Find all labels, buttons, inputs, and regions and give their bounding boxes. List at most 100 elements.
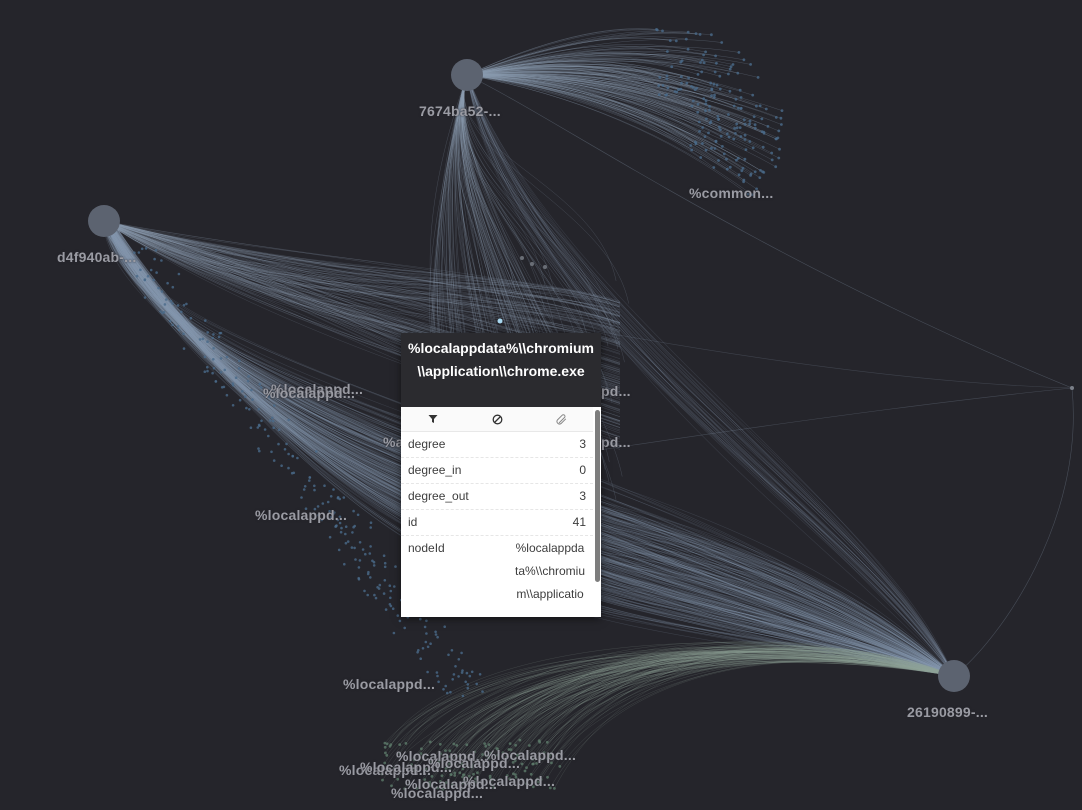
- leaf-node: [389, 589, 393, 593]
- leaf-node: [690, 148, 694, 152]
- leaf-node: [376, 586, 379, 589]
- leaf-node: [702, 61, 706, 65]
- leaf-node: [369, 526, 373, 529]
- leaf-node: [545, 740, 549, 744]
- leaf-node: [352, 509, 355, 513]
- leaf-node: [280, 464, 283, 468]
- leaf-node: [283, 448, 287, 451]
- leaf-node: [734, 132, 737, 135]
- filter-button[interactable]: [401, 407, 465, 431]
- leaf-node: [739, 96, 743, 99]
- leaf-node: [225, 355, 229, 359]
- leaf-node: [404, 742, 408, 745]
- hide-icon: [492, 414, 502, 424]
- leaf-node: [466, 686, 470, 690]
- node-tooltip[interactable]: %localappdata%\\chromium\\application\\c…: [401, 333, 601, 617]
- leaf-node: [176, 325, 180, 328]
- leaf-node: [725, 132, 729, 136]
- leaf-node: [358, 559, 362, 562]
- leaf-node: [728, 67, 732, 71]
- leaf-node: [543, 265, 547, 269]
- selected-node-dot[interactable]: [497, 318, 503, 324]
- leaf-node: [741, 166, 745, 170]
- leaf-node: [717, 118, 720, 121]
- leaf-node: [219, 371, 223, 374]
- leaf-node: [452, 742, 456, 746]
- leaf-node: [777, 129, 781, 133]
- leaf-node: [332, 488, 335, 491]
- leaf-node: [689, 144, 693, 147]
- node-label-partial: pd...: [601, 383, 631, 399]
- leaf-node: [452, 673, 456, 676]
- leaf-node: [710, 33, 713, 37]
- leaf-node: [465, 671, 469, 675]
- leaf-node: [727, 72, 730, 76]
- leaf-node: [704, 109, 707, 113]
- node-dot-right[interactable]: [1070, 386, 1074, 390]
- property-value: 3: [579, 437, 586, 451]
- leaf-node: [749, 172, 753, 176]
- hub-node-bottom-right[interactable]: [938, 660, 970, 692]
- hub-node-left[interactable]: [88, 205, 120, 237]
- leaf-node: [212, 358, 215, 361]
- leaf-node: [351, 531, 354, 534]
- leaf-node: [699, 156, 703, 159]
- leaf-node: [135, 274, 139, 278]
- leaf-node: [428, 740, 432, 744]
- leaf-node: [383, 561, 387, 565]
- leaf-node: [143, 278, 147, 281]
- pin-icon: [555, 413, 566, 425]
- leaf-node: [739, 135, 743, 138]
- leaf-node: [425, 632, 428, 635]
- leaf-node: [520, 256, 524, 260]
- leaf-node: [674, 39, 678, 43]
- leaf-node: [291, 455, 295, 458]
- leaf-node: [766, 125, 770, 128]
- leaf-node: [382, 592, 386, 595]
- leaf-node: [171, 302, 174, 305]
- hub-label-left: d4f940ab-...: [57, 249, 137, 265]
- leaf-node: [212, 366, 216, 370]
- leaf-node: [385, 754, 389, 757]
- leaf-node: [403, 626, 407, 630]
- leaf-node: [758, 104, 762, 108]
- leaf-node: [699, 61, 702, 64]
- leaf-node: [780, 123, 783, 126]
- leaf-node: [442, 688, 445, 691]
- leaf-node: [168, 319, 172, 323]
- leaf-node: [696, 73, 700, 76]
- leaf-node: [384, 608, 388, 611]
- leaf-node: [558, 765, 562, 768]
- leaf-node: [518, 738, 522, 742]
- leaf-node: [705, 117, 708, 121]
- leaf-node: [759, 169, 762, 172]
- leaf-node: [753, 126, 757, 130]
- hub-node-top[interactable]: [451, 59, 483, 91]
- leaf-node: [257, 447, 260, 450]
- leaf-node: [258, 382, 262, 386]
- leaf-node: [336, 496, 340, 499]
- leaf-node: [483, 742, 486, 745]
- leaf-node: [675, 90, 679, 94]
- leaf-node: [718, 74, 722, 78]
- tooltip-scrollbar-thumb[interactable]: [595, 410, 600, 582]
- leaf-node: [453, 771, 457, 775]
- leaf-node: [328, 535, 332, 539]
- leaf-node: [287, 466, 290, 470]
- leaf-node: [185, 302, 188, 306]
- leaf-node: [714, 54, 717, 58]
- leaf-node: [238, 359, 241, 363]
- leaf-node: [719, 134, 723, 138]
- leaf-node: [734, 97, 738, 101]
- leaf-node: [378, 583, 382, 587]
- leaf-node: [231, 382, 235, 385]
- leaf-node: [388, 584, 392, 587]
- property-value: 3: [579, 489, 586, 503]
- pin-button[interactable]: [529, 407, 593, 431]
- leaf-node: [273, 404, 276, 407]
- hide-button[interactable]: [465, 407, 529, 431]
- leaf-node: [740, 169, 744, 173]
- leaf-node: [736, 156, 740, 160]
- leaf-node: [717, 159, 720, 162]
- leaf-node: [436, 635, 439, 639]
